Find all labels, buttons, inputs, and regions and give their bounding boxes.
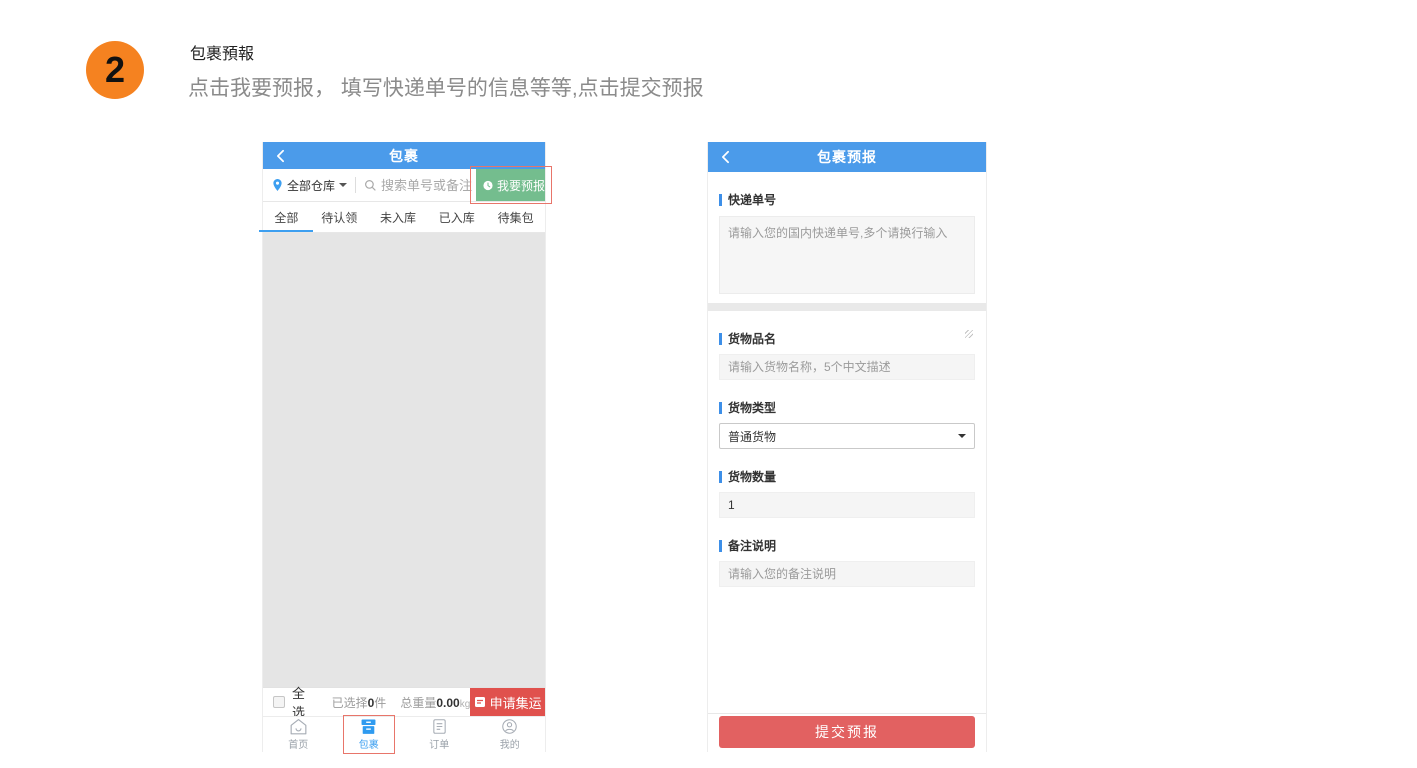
tab-not-in-warehouse[interactable]: 未入库 <box>380 202 416 232</box>
consolidate-button[interactable]: 申请集运 <box>470 688 545 716</box>
selected-count-text: 已选择0件 <box>332 694 387 711</box>
select-all-checkbox[interactable] <box>273 696 285 708</box>
caret-down-icon <box>958 434 966 442</box>
step-title: 包裹預報 <box>190 40 254 64</box>
nav-label: 我的 <box>500 736 520 751</box>
weight-unit: kg <box>460 699 471 710</box>
bottom-nav: 首页 包裹 订单 我的 <box>263 716 545 752</box>
form-header: 包裹预报 <box>708 142 986 172</box>
remark-input[interactable] <box>719 561 975 587</box>
form-title: 包裹预报 <box>708 147 986 167</box>
warehouse-label: 全部仓库 <box>287 177 335 194</box>
label-text: 快递单号 <box>728 191 776 208</box>
selection-bar: 全选 已选择0件 总重量0.00kg 申请集运 <box>263 687 545 716</box>
submit-forecast-button[interactable]: 提交预报 <box>719 716 975 748</box>
cargo-type-value: 普通货物 <box>728 428 776 445</box>
label-text: 备注说明 <box>728 537 776 554</box>
order-list-icon <box>431 718 448 735</box>
label-text: 货物品名 <box>728 330 776 347</box>
weight-label: 总重量 <box>400 696 436 710</box>
list-header: 包裹 <box>263 142 545 169</box>
step-number: 2 <box>105 49 125 91</box>
consolidate-button-label: 申请集运 <box>490 693 542 712</box>
product-name-label: 货物品名 <box>719 330 975 347</box>
quantity-input[interactable] <box>719 492 975 518</box>
cargo-type-select[interactable]: 普通货物 <box>719 423 975 449</box>
step-number-badge: 2 <box>86 41 144 99</box>
tab-pending-claim[interactable]: 待认领 <box>321 202 357 232</box>
empty-package-list <box>263 233 545 687</box>
nav-label: 包裹 <box>359 736 379 751</box>
label-accent-bar <box>719 333 722 345</box>
person-icon <box>501 718 518 735</box>
label-accent-bar <box>719 194 722 206</box>
remark-label: 备注说明 <box>719 537 975 554</box>
package-card-icon <box>474 696 486 708</box>
filter-bar: 全部仓库 我要预报 <box>263 169 545 202</box>
divider <box>355 177 356 193</box>
section-divider <box>708 303 986 311</box>
clock-icon <box>483 179 493 192</box>
forecast-button-label: 我要预报 <box>497 177 545 194</box>
warehouse-selector[interactable]: 全部仓库 <box>287 177 347 194</box>
tutorial-page: 2 包裹預報 点击我要预报， 填写快递单号的信息等等,点击提交预报 包裹 全部仓… <box>0 0 1417 768</box>
label-text: 货物数量 <box>728 468 776 485</box>
tracking-number-textarea[interactable] <box>719 216 975 294</box>
submit-footer: 提交预报 <box>708 713 986 752</box>
status-tabs: 全部 待认领 未入库 已入库 待集包 <box>263 202 545 233</box>
selected-prefix: 已选择 <box>332 696 368 710</box>
search-icon <box>364 179 377 192</box>
list-title: 包裹 <box>263 146 545 166</box>
back-icon[interactable] <box>276 149 285 163</box>
tracking-number-label: 快递单号 <box>719 191 975 208</box>
tab-pending-pack[interactable]: 待集包 <box>498 202 534 232</box>
caret-down-icon <box>339 183 347 191</box>
nav-item-me[interactable]: 我的 <box>496 717 524 752</box>
home-icon <box>289 718 308 735</box>
weight-value: 0.00 <box>436 696 459 710</box>
tab-all[interactable]: 全部 <box>274 202 298 232</box>
label-accent-bar <box>719 471 722 483</box>
search-box <box>364 178 476 193</box>
back-icon[interactable] <box>721 150 730 164</box>
label-accent-bar <box>719 402 722 414</box>
step-description: 点击我要预报， 填写快递单号的信息等等,点击提交预报 <box>188 72 704 102</box>
forecast-button[interactable]: 我要预报 <box>476 169 545 201</box>
cargo-type-label: 货物类型 <box>719 399 975 416</box>
form-body: 快递单号 货物品名 货物类型 普通货物 货物数量 <box>708 172 986 752</box>
nav-item-orders[interactable]: 订单 <box>425 717 453 752</box>
resize-grip-icon[interactable] <box>965 330 973 338</box>
label-text: 货物类型 <box>728 399 776 416</box>
nav-label: 首页 <box>288 736 308 751</box>
forecast-form-screenshot: 包裹预报 快递单号 货物品名 货物类型 普通货物 <box>707 142 987 752</box>
tab-in-warehouse[interactable]: 已入库 <box>439 202 475 232</box>
selected-unit: 件 <box>374 696 386 710</box>
location-pin-icon <box>272 178 283 192</box>
search-input[interactable] <box>381 178 476 193</box>
product-name-input[interactable] <box>719 354 975 380</box>
package-list-screenshot: 包裹 全部仓库 我要预报 全部 待认领 未入库 <box>262 142 546 752</box>
nav-label: 订单 <box>429 736 449 751</box>
total-weight-text: 总重量0.00kg <box>400 694 470 711</box>
quantity-label: 货物数量 <box>719 468 975 485</box>
label-accent-bar <box>719 540 722 552</box>
nav-item-home[interactable]: 首页 <box>284 717 312 752</box>
package-box-icon <box>359 718 378 735</box>
nav-item-packages[interactable]: 包裹 <box>355 717 383 752</box>
